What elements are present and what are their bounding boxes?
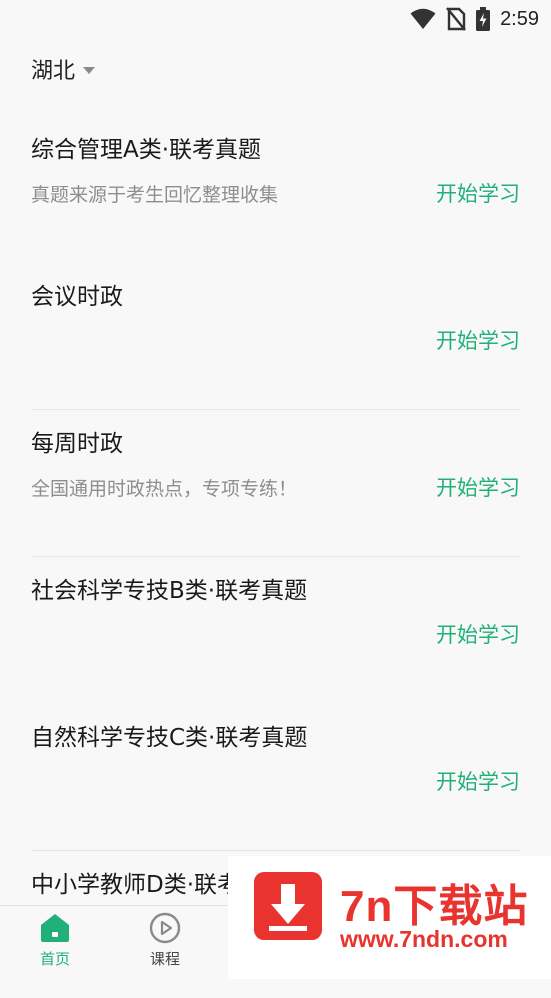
watermark-title: 7n下载站 xyxy=(340,882,529,931)
no-sim-icon xyxy=(446,7,466,31)
home-icon xyxy=(41,914,69,942)
play-circle-icon xyxy=(149,912,181,944)
status-time: 2:59 xyxy=(500,7,539,30)
item-title: 综合管理A类·联考真题 xyxy=(31,137,262,163)
list-item[interactable]: 会议时政 开始学习 xyxy=(31,263,520,410)
wifi-icon xyxy=(410,8,436,29)
start-study-button[interactable]: 开始学习 xyxy=(436,619,520,649)
status-bar: 2:59 xyxy=(0,0,551,38)
start-study-button[interactable]: 开始学习 xyxy=(436,325,520,355)
list-item[interactable]: 自然科学专技C类·联考真题 开始学习 xyxy=(31,704,520,851)
tab-course[interactable]: 课程 xyxy=(125,912,205,978)
download-arrow-icon xyxy=(254,872,322,940)
caret-down-icon xyxy=(83,67,96,74)
item-title: 自然科学专技C类·联考真题 xyxy=(31,725,308,751)
start-study-button[interactable]: 开始学习 xyxy=(436,472,520,502)
list-item[interactable]: 每周时政 全国通用时政热点，专项专练！ 开始学习 xyxy=(31,410,520,557)
tab-label: 首页 xyxy=(39,950,70,968)
region-label: 湖北 xyxy=(31,59,76,84)
list-item[interactable]: 社会科学专技B类·联考真题 开始学习 xyxy=(31,557,520,704)
watermark: 7n下载站 www.7ndn.com xyxy=(228,856,551,979)
region-selector[interactable]: 湖北 xyxy=(31,53,96,85)
watermark-url: www.7ndn.com xyxy=(340,926,508,952)
item-title: 每周时政 xyxy=(31,431,123,457)
item-subtitle: 全国通用时政热点，专项专练！ xyxy=(31,478,298,500)
status-icons: 2:59 xyxy=(410,6,539,32)
item-subtitle: 真题来源于考生回忆整理收集 xyxy=(31,184,279,206)
battery-charging-icon xyxy=(476,7,491,31)
start-study-button[interactable]: 开始学习 xyxy=(436,178,520,208)
start-study-button[interactable]: 开始学习 xyxy=(436,766,520,796)
list-item[interactable]: 综合管理A类·联考真题 真题来源于考生回忆整理收集 开始学习 xyxy=(31,116,520,263)
item-title: 会议时政 xyxy=(31,284,123,310)
tab-label: 课程 xyxy=(149,950,180,968)
item-title: 社会科学专技B类·联考真题 xyxy=(31,578,308,604)
tab-home[interactable]: 首页 xyxy=(15,912,95,978)
